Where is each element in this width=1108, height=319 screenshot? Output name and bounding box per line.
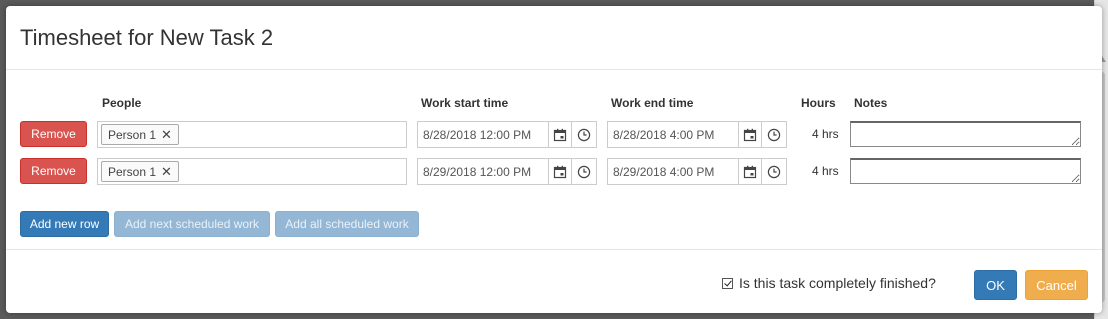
checkbox-checked-icon[interactable] [722, 277, 733, 289]
start-time-input[interactable]: 8/29/2018 12:00 PM [417, 158, 597, 185]
person-tag-label: Person 1 [108, 164, 157, 179]
clock-icon[interactable] [571, 122, 596, 147]
person-tag: Person 1 ✕ [101, 124, 179, 145]
hours-value: 4 hrs [812, 127, 839, 141]
end-time-value: 8/29/2018 4:00 PM [613, 165, 715, 179]
timesheet-dialog: Timesheet for New Task 2 People Work sta… [6, 6, 1102, 313]
task-finished-checkbox-row[interactable]: Is this task completely finished? [722, 275, 936, 291]
notes-textarea[interactable] [850, 158, 1081, 184]
timesheet-row: Remove Person 1 ✕ 8/28/2018 12:00 PM 8/2… [6, 120, 1102, 148]
person-tag: Person 1 ✕ [101, 161, 179, 182]
add-next-scheduled-work-button[interactable]: Add next scheduled work [114, 211, 270, 237]
remove-row-button[interactable]: Remove [20, 121, 87, 147]
hours-value: 4 hrs [812, 164, 839, 178]
column-header-hours: Hours [801, 96, 836, 110]
column-header-notes: Notes [854, 96, 888, 110]
clock-icon[interactable] [761, 159, 786, 184]
people-input[interactable]: Person 1 ✕ [97, 158, 407, 185]
add-new-row-button[interactable]: Add new row [20, 211, 109, 237]
people-input[interactable]: Person 1 ✕ [97, 121, 407, 148]
close-icon[interactable]: ✕ [161, 165, 172, 178]
calendar-icon[interactable] [738, 122, 761, 147]
dialog-header: Timesheet for New Task 2 [6, 6, 1102, 70]
notes-textarea[interactable] [850, 121, 1081, 147]
remove-row-button[interactable]: Remove [20, 158, 87, 184]
add-all-scheduled-work-button[interactable]: Add all scheduled work [275, 211, 419, 237]
close-icon[interactable]: ✕ [161, 128, 172, 141]
task-finished-label: Is this task completely finished? [739, 275, 936, 291]
calendar-icon[interactable] [548, 159, 571, 184]
cancel-button[interactable]: Cancel [1025, 270, 1088, 300]
column-header-end: Work end time [611, 96, 694, 110]
calendar-icon[interactable] [548, 122, 571, 147]
dialog-body: People Work start time Work end time Hou… [6, 70, 1102, 250]
clock-icon[interactable] [761, 122, 786, 147]
start-time-input[interactable]: 8/28/2018 12:00 PM [417, 121, 597, 148]
start-time-value: 8/29/2018 12:00 PM [423, 165, 532, 179]
dialog-title: Timesheet for New Task 2 [20, 25, 274, 50]
ok-button[interactable]: OK [974, 270, 1017, 300]
person-tag-label: Person 1 [108, 127, 157, 142]
column-header-start: Work start time [421, 96, 509, 110]
column-header-people: People [102, 96, 142, 110]
end-time-value: 8/28/2018 4:00 PM [613, 128, 715, 142]
start-time-value: 8/28/2018 12:00 PM [423, 128, 532, 142]
clock-icon[interactable] [571, 159, 596, 184]
end-time-input[interactable]: 8/29/2018 4:00 PM [607, 158, 787, 185]
calendar-icon[interactable] [738, 159, 761, 184]
timesheet-row: Remove Person 1 ✕ 8/29/2018 12:00 PM 8/2… [6, 157, 1102, 185]
end-time-input[interactable]: 8/28/2018 4:00 PM [607, 121, 787, 148]
